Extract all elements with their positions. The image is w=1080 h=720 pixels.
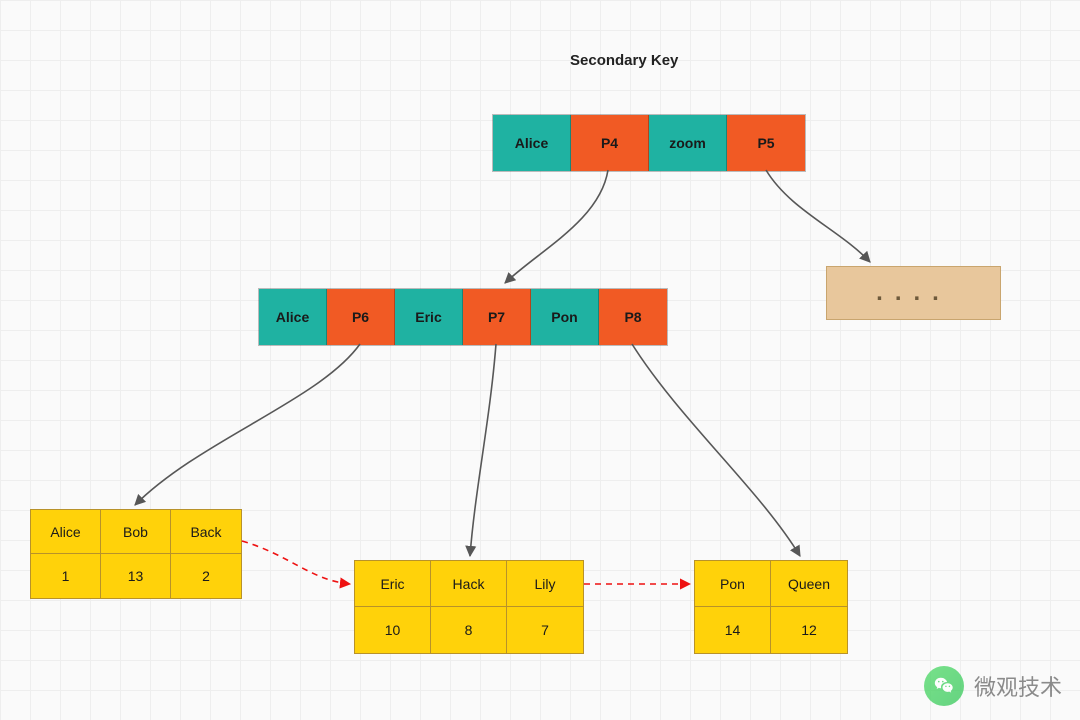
int-key-0: Alice: [259, 289, 327, 345]
leaf-node-2: Eric Hack Lily 10 8 7: [354, 560, 584, 654]
edge-p4-internal: [505, 170, 608, 283]
int-ptr-p8: P8: [599, 289, 667, 345]
edge-p6-leaf1: [135, 344, 360, 505]
edge-p8-leaf3: [632, 344, 800, 556]
edge-p7-leaf2: [470, 344, 496, 556]
leaf2-k0: Eric: [355, 561, 431, 607]
wechat-icon: [924, 666, 964, 706]
int-key-2: Pon: [531, 289, 599, 345]
leaf1-v1: 13: [101, 554, 171, 598]
leaf1-k0: Alice: [31, 510, 101, 554]
watermark-text: 微观技术: [974, 670, 1062, 702]
root-key-0: Alice: [493, 115, 571, 171]
leaf2-v2: 7: [507, 607, 583, 653]
edge-p5-overflow: [766, 170, 870, 262]
edge-leaf1-leaf2: [242, 541, 350, 584]
leaf-node-1: Alice Bob Back 1 13 2: [30, 509, 242, 599]
leaf3-v0: 14: [695, 607, 771, 653]
leaf1-k1: Bob: [101, 510, 171, 554]
diagram-title: Secondary Key: [570, 52, 678, 69]
leaf2-k1: Hack: [431, 561, 507, 607]
watermark: 微观技术: [924, 666, 1062, 706]
root-key-1: zoom: [649, 115, 727, 171]
leaf1-v2: 2: [171, 554, 241, 598]
leaf2-v1: 8: [431, 607, 507, 653]
leaf3-k1: Queen: [771, 561, 847, 607]
leaf1-v0: 1: [31, 554, 101, 598]
leaf-node-3: Pon Queen 14 12: [694, 560, 848, 654]
leaf3-v1: 12: [771, 607, 847, 653]
root-ptr-p5: P5: [727, 115, 805, 171]
leaf2-k2: Lily: [507, 561, 583, 607]
internal-node: Alice P6 Eric P7 Pon P8: [258, 288, 668, 346]
int-ptr-p7: P7: [463, 289, 531, 345]
leaf3-k0: Pon: [695, 561, 771, 607]
int-key-1: Eric: [395, 289, 463, 345]
overflow-node: ....: [826, 266, 1001, 320]
int-ptr-p6: P6: [327, 289, 395, 345]
leaf2-v0: 10: [355, 607, 431, 653]
root-node: Alice P4 zoom P5: [492, 114, 806, 172]
root-ptr-p4: P4: [571, 115, 649, 171]
leaf1-k2: Back: [171, 510, 241, 554]
